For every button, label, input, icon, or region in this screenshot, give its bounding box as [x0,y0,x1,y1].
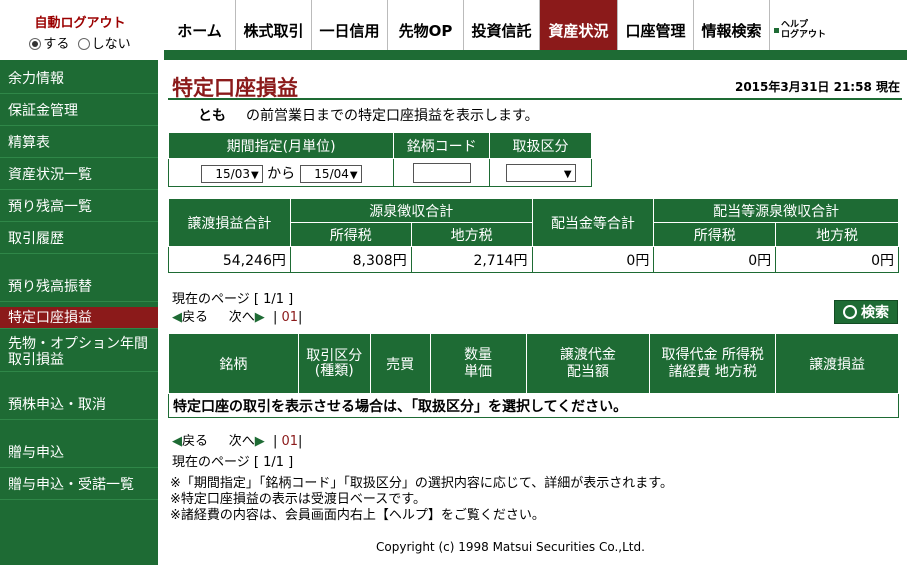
chevron-down-icon: ▼ [250,169,259,181]
next-arrow-icon: ▶ [254,434,265,449]
sidebar-item-margin-info[interactable]: 余力情報 [0,68,158,94]
sidebar-item-assets-list[interactable]: 資産状況一覧 [0,164,158,190]
detail-header-cost: 取得代金 所得税 諸経費 地方税 [649,333,777,394]
summary-value-income2: 0円 [653,246,777,273]
filter-header-period: 期間指定(月単位) [167,132,395,159]
help-label: ヘルプ [781,20,809,30]
summary-header-local2: 地方税 [775,222,899,247]
pager-current-bottom: 現在のページ [ 1/1 ] [172,455,294,470]
detail-message: 特定口座の取引を表示させる場合は、「取扱区分」を選択してください。 [168,393,899,418]
pager-next-top[interactable]: 次へ [229,310,255,325]
detail-header-qty: 数量 単価 [429,333,527,394]
copyright: Copyright (c) 1998 Matsui Securities Co.… [376,540,645,554]
intro-sentence: の前営業日までの特定口座損益を表示します。 [246,108,539,124]
note-1: ※「期間指定」「銘柄コード」「取扱区分」の選択内容に応じて、詳細が表示されます。 [170,476,673,491]
summary-value-local: 2,714円 [410,246,533,273]
sidebar-item-gift[interactable]: 贈与申込 [0,442,158,468]
detail-header-side: 売買 [369,333,431,394]
period-cell: 15/03 ▼ から 15/04 ▼ [167,158,395,187]
chevron-down-icon: ▼ [563,168,572,180]
filter-header-kubun: 取扱区分 [489,132,592,159]
summary-header-withholding: 源泉徴収合計 [289,198,533,223]
next-arrow-icon: ▶ [254,310,265,325]
pager-current-top: 現在のページ [ 1/1 ] [172,292,294,307]
intro-text: とも の前営業日までの特定口座損益を表示します。 [178,105,539,125]
detail-header-pnl: 譲渡損益 [775,333,899,394]
sidebar-item-stock-deposit[interactable]: 預株申込・取消 [0,394,158,420]
notes: ※「期間指定」「銘柄コード」「取扱区分」の選択内容に応じて、詳細が表示されます。… [170,476,673,524]
pager-nav-bottom: ◀戻る 次へ▶ | 01| [172,434,303,449]
pager-next-bottom[interactable]: 次へ [229,434,255,449]
kubun-select[interactable]: ▼ [505,163,576,182]
detail-table: 銘柄 取引区分 (種類) 売買 数量 単価 譲渡代金 配当額 取得代金 所得税 … [168,333,899,418]
stock-code-input[interactable] [412,162,471,183]
sidebar: 余力情報 保証金管理 精算表 資産状況一覧 預り残高一覧 取引履歴 預り残高振替… [0,60,158,565]
sidebar-item-transfer[interactable]: 預り残高振替 [0,276,158,302]
search-button-label: 検索 [861,305,889,321]
code-cell [393,158,491,187]
filter-table: 期間指定(月単位) 銘柄コード 取扱区分 15/03 ▼ から 15/04 ▼ ▼ [167,132,592,187]
sidebar-item-gift-list[interactable]: 贈与申込・受諾一覧 [0,474,158,500]
sidebar-item-history[interactable]: 取引履歴 [0,228,158,254]
nav-underline [164,50,907,60]
detail-header-stock: 銘柄 [168,333,299,394]
period-from-value: 15/03 [215,166,250,181]
prev-arrow-icon: ◀ [172,310,182,325]
top-bar: 自動ログアウト する しない ホーム 株式取引 一日信用 先物OP 投資信託 資… [0,0,907,60]
summary-header-income2: 所得税 [653,222,777,247]
auto-logout-on-radio[interactable] [29,38,42,50]
sidebar-item-balance-list[interactable]: 預り残高一覧 [0,196,158,222]
summary-header-income: 所得税 [289,222,412,247]
summary-table: 譲渡損益合計 源泉徴収合計 配当金等合計 配当等源泉徴収合計 所得税 地方税 所… [168,198,899,273]
sidebar-item-specific-account[interactable]: 特定口座損益 [0,307,158,329]
pager-page-top[interactable]: 01 [281,310,298,325]
auto-logout-title: 自動ログアウト [34,16,126,31]
auto-logout-options: する しない [0,33,160,52]
title-divider [168,98,902,100]
auto-logout-panel: 自動ログアウト する しない [0,0,160,60]
pager-prev-bottom[interactable]: 戻る [182,434,208,449]
summary-value-income: 8,308円 [289,246,412,273]
summary-header-local: 地方税 [410,222,533,247]
logout-label: ログアウト [781,30,827,40]
auto-logout-off-radio[interactable] [77,38,90,50]
period-from-select[interactable]: 15/03 ▼ [200,164,263,183]
search-button[interactable]: 検索 [834,300,898,324]
detail-header-type: 取引区分 (種類) [297,333,371,394]
auto-logout-off-label: しない [91,37,131,52]
filter-header-code: 銘柄コード [393,132,491,159]
note-3: ※諸経費の内容は、会員画面内右上【ヘルプ】をご覧ください。 [170,508,545,523]
note-2: ※特定口座損益の表示は受渡日ベースです。 [170,492,426,507]
prev-arrow-icon: ◀ [172,434,182,449]
help-square-icon [774,27,779,33]
pager-prev-top[interactable]: 戻る [182,310,208,325]
detail-header-proceeds: 譲渡代金 配当額 [525,333,651,394]
summary-value-dividend: 0円 [531,246,655,273]
period-to-select[interactable]: 15/04 ▼ [299,164,362,183]
page-datetime: 2015年3月31日 21:58 現在 [734,80,900,94]
kubun-cell: ▼ [489,158,592,187]
search-icon [843,305,857,319]
pager-nav-top: ◀戻る 次へ▶ | 01| [172,310,303,325]
sidebar-item-settlement[interactable]: 精算表 [0,132,158,158]
chevron-down-icon: ▼ [349,169,358,181]
summary-value-local2: 0円 [775,246,899,273]
summary-header-div-withholding: 配当等源泉徴収合計 [653,198,899,223]
summary-header-total: 譲渡損益合計 [168,198,291,247]
period-kara-label: から [267,165,296,182]
sidebar-item-futures-annual[interactable]: 先物・オプション年間取引損益 [0,336,158,372]
pager-page-bottom[interactable]: 01 [281,434,298,449]
account-name: とも [198,108,226,124]
sidebar-item-deposit[interactable]: 保証金管理 [0,100,158,126]
auto-logout-on-label: する [43,37,70,52]
period-to-value: 15/04 [314,166,349,181]
summary-value-total: 54,246円 [168,246,291,273]
summary-header-dividend: 配当金等合計 [531,198,655,247]
